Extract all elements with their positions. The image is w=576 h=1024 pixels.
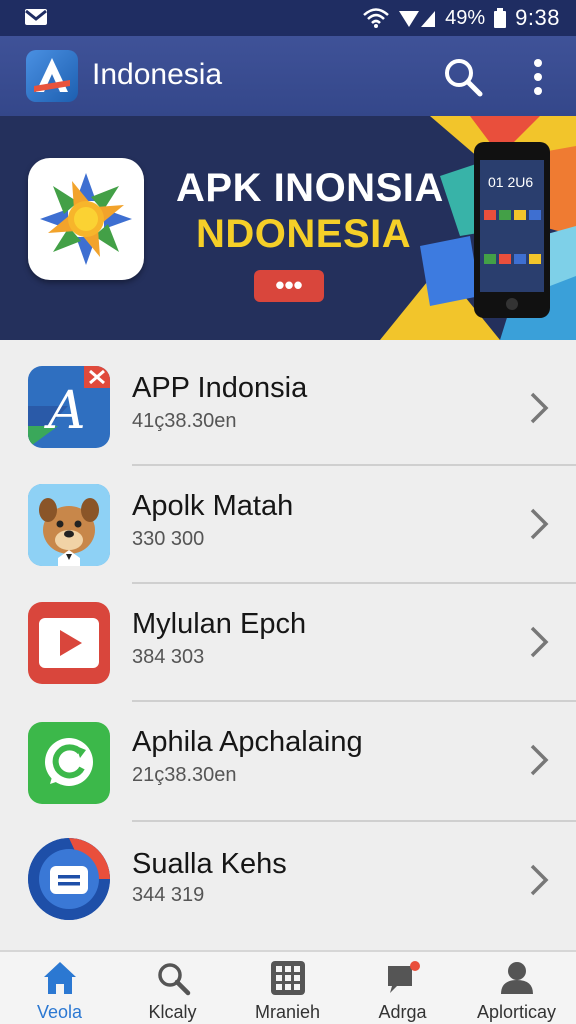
nav-label: Adrga xyxy=(378,1002,427,1022)
search-icon xyxy=(445,59,483,97)
nav-tab-search[interactable]: Klcaly xyxy=(115,952,230,1024)
phone-screen-clock: 01 2U6 xyxy=(488,174,534,190)
more-dots-label: ••• xyxy=(275,270,303,300)
status-bar: 49% 9:38 xyxy=(0,0,576,36)
play-icon xyxy=(28,602,110,684)
app-bar: Indonesia xyxy=(0,36,576,116)
banner-app-icon xyxy=(28,158,144,280)
nav-tab-grid[interactable]: Mranieh xyxy=(230,952,345,1024)
battery-text: 49% xyxy=(445,6,486,29)
more-options-button[interactable] xyxy=(518,54,558,100)
home-icon xyxy=(44,962,76,994)
chevron-right-icon xyxy=(530,392,549,424)
nav-label: Veola xyxy=(36,1002,83,1022)
search-icon xyxy=(158,963,191,996)
phone-illustration: 01 2U6 xyxy=(472,142,552,318)
app-size: 384 303 xyxy=(132,646,205,668)
nav-label: Klcaly xyxy=(148,1002,197,1022)
list-item[interactable]: Mylulan Epch 384 303 xyxy=(0,584,576,702)
dog-mascot-icon xyxy=(28,484,110,566)
app-logo-icon xyxy=(26,50,78,102)
app-name: Sualla Kehs xyxy=(132,848,287,880)
app-name: APP Indonsia xyxy=(132,372,308,404)
banner-more-button[interactable]: ••• xyxy=(254,270,324,302)
nav-tab-profile[interactable]: Aplorticay xyxy=(459,952,574,1024)
nav-label: Mranieh xyxy=(254,1002,321,1022)
app-title: Indonesia xyxy=(92,58,223,91)
promo-banner[interactable]: APK INONSIA NDONESIA ••• 01 2U6 xyxy=(0,116,576,340)
list-item[interactable]: Aphila Apchalaing 21ç38.30en xyxy=(0,702,576,820)
chat-refresh-icon xyxy=(28,722,110,804)
app-size: 330 300 xyxy=(132,528,205,550)
banner-subtitle: NDONESIA xyxy=(196,212,412,256)
nav-tab-notifications[interactable]: Adrga xyxy=(345,952,460,1024)
app-size: 344 319 xyxy=(132,884,205,906)
banner-title: APK INONSIA xyxy=(176,166,444,210)
signal-icon xyxy=(397,7,437,29)
mail-icon xyxy=(24,6,48,28)
chevron-right-icon xyxy=(530,508,549,540)
notification-chat-icon xyxy=(388,961,420,993)
list-item[interactable]: Apolk Matah 330 300 xyxy=(0,466,576,584)
sun-flower-icon xyxy=(40,173,132,265)
app-size: 41ç38.30en xyxy=(132,410,237,432)
nav-label: Aplorticay xyxy=(476,1002,557,1022)
chevron-right-icon xyxy=(530,864,549,896)
message-icon xyxy=(28,838,110,920)
list-item[interactable]: Sualla Kehs 344 319 xyxy=(0,822,576,940)
grid-icon xyxy=(271,961,305,995)
list-item[interactable]: A APP Indonsia 41ç38.30en xyxy=(0,342,576,460)
battery-icon xyxy=(493,7,507,29)
more-vert-icon xyxy=(534,59,542,95)
chevron-right-icon xyxy=(530,626,549,658)
app-size: 21ç38.30en xyxy=(132,764,237,786)
svg-text:A: A xyxy=(44,381,86,441)
app-name: Apolk Matah xyxy=(132,490,294,522)
wifi-icon xyxy=(363,7,389,29)
profile-icon xyxy=(501,962,533,994)
search-button[interactable] xyxy=(440,54,486,100)
chevron-right-icon xyxy=(530,744,549,776)
app-name: Mylulan Epch xyxy=(132,608,307,640)
letter-a-icon: A xyxy=(28,366,110,448)
nav-tab-home[interactable]: Veola xyxy=(2,952,117,1024)
bottom-navigation: Veola Klcaly Mranieh Adrga Aplorticay xyxy=(0,950,576,1024)
app-name: Aphila Apchalaing xyxy=(132,726,363,758)
status-time: 9:38 xyxy=(515,5,560,30)
